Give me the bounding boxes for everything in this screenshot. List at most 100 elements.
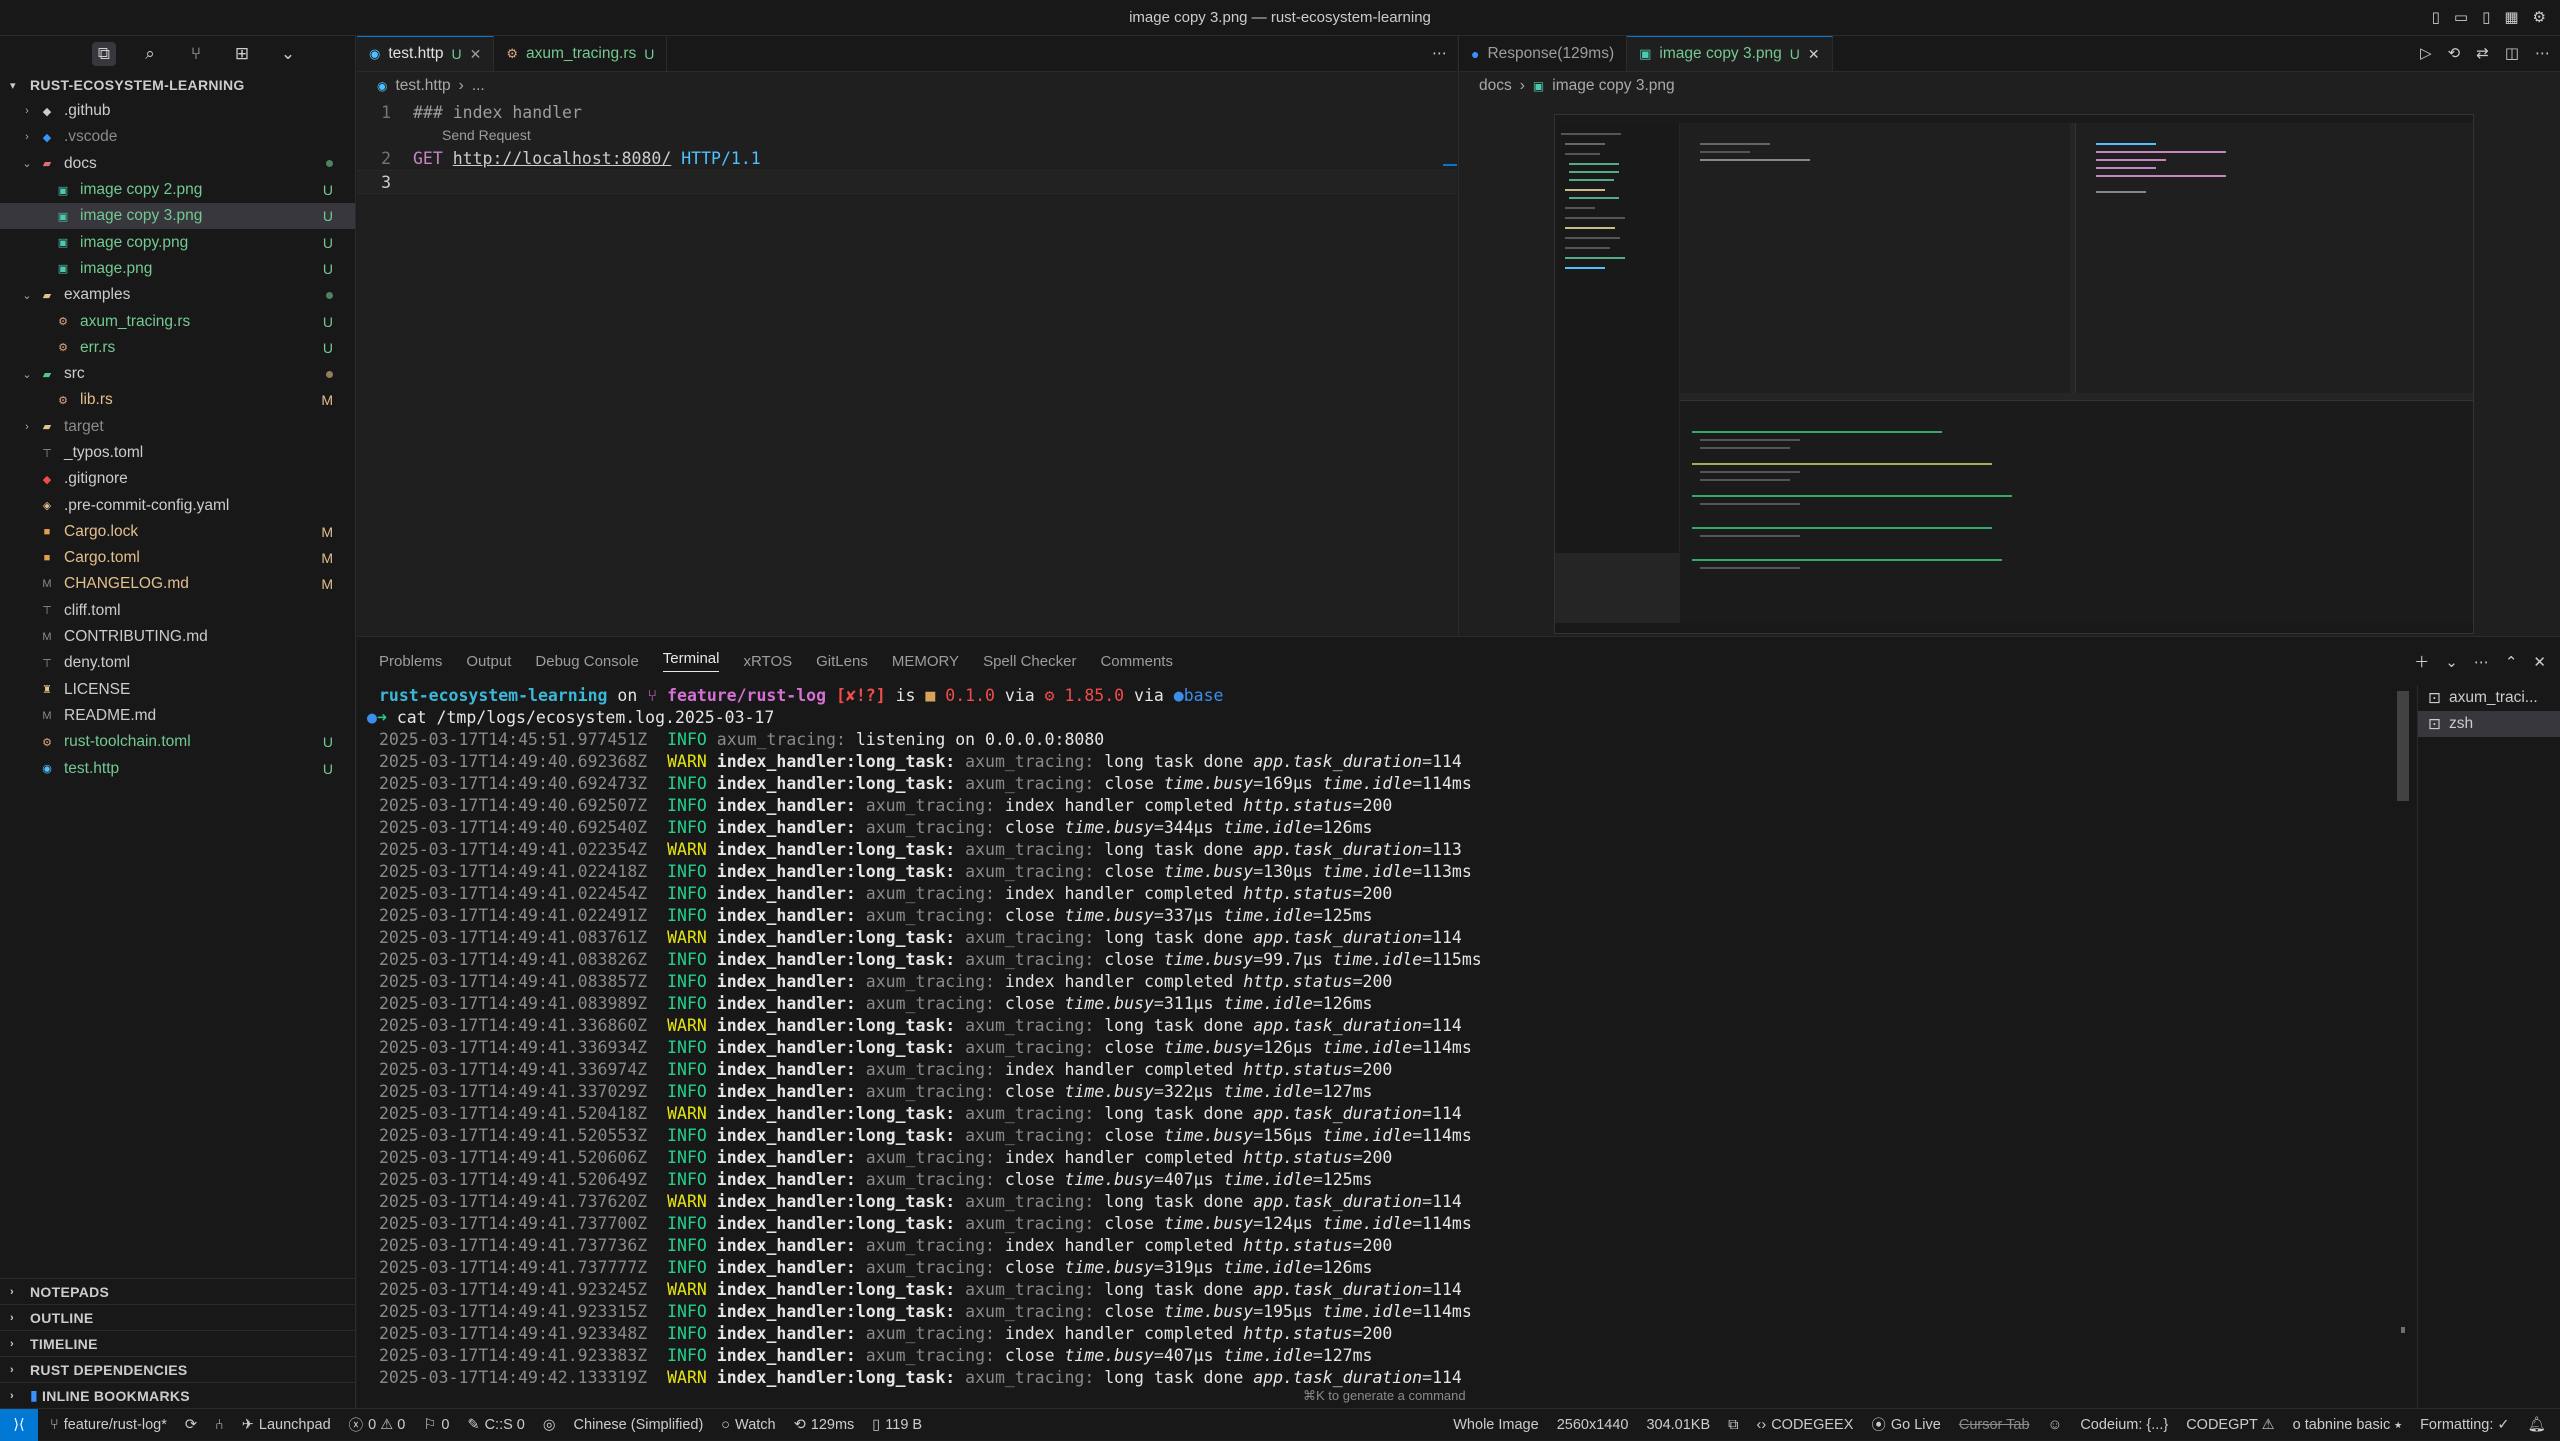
panel-tab[interactable]: Terminal: [662, 650, 720, 672]
statusbar-item[interactable]: ⧉: [1728, 1417, 1738, 1433]
statusbar-item[interactable]: ⑃: [215, 1417, 224, 1433]
image-preview[interactable]: [1554, 114, 2474, 634]
file-item[interactable]: M README.md: [0, 703, 355, 729]
compare-icon[interactable]: ⇄: [2476, 44, 2489, 62]
toggle-secondary-sidebar-icon[interactable]: ▯: [2482, 8, 2490, 26]
statusbar-item[interactable]: ⑂ feature/rust-log*: [50, 1417, 167, 1433]
panel-tab[interactable]: Debug Console: [535, 653, 638, 670]
panel-tab[interactable]: Problems: [379, 653, 442, 670]
file-item[interactable]: ⚙ axum_tracing.rs U: [0, 308, 355, 334]
file-item[interactable]: ◈ .pre-commit-config.yaml: [0, 492, 355, 518]
terminal-instance[interactable]: ⊡ zsh: [2418, 711, 2560, 737]
folder-item[interactable]: ⌄ ▰ docs: [0, 151, 355, 177]
explorer-root-header[interactable]: ▾ RUST-ECOSYSTEM-LEARNING: [0, 72, 355, 98]
search-icon[interactable]: ⌕: [138, 42, 162, 66]
panel-tab[interactable]: GitLens: [816, 653, 868, 670]
maximize-panel-icon[interactable]: ⌃: [2505, 651, 2518, 672]
statusbar-item[interactable]: 304.01KB: [1646, 1417, 1710, 1433]
customize-layout-icon[interactable]: ▦: [2504, 8, 2518, 26]
folder-item[interactable]: › ◆ .github: [0, 98, 355, 124]
statusbar-item[interactable]: ⓧ 0 ⚠ 0: [349, 1414, 406, 1435]
panel-tab[interactable]: Spell Checker: [983, 653, 1076, 670]
folder-item[interactable]: ⌄ ▰ examples: [0, 282, 355, 308]
statusbar-item[interactable]: o tabnine basic ⭑: [2293, 1417, 2402, 1433]
statusbar-item[interactable]: ⟳: [185, 1417, 197, 1433]
sidebar-section-header[interactable]: › ▮ INLINE BOOKMARKS: [0, 1382, 355, 1408]
statusbar-item[interactable]: Formatting: ✓: [2420, 1417, 2510, 1433]
breadcrumb-folder[interactable]: docs: [1479, 77, 1512, 95]
statusbar-item[interactable]: ◎: [543, 1417, 556, 1433]
statusbar-item[interactable]: ✈ Launchpad: [242, 1417, 331, 1433]
split-editor-icon[interactable]: ◫: [2505, 44, 2519, 62]
extensions-icon[interactable]: ⊞: [230, 42, 254, 66]
statusbar-item[interactable]: ✎ C::S 0: [467, 1417, 524, 1433]
sidebar-section-header[interactable]: › TIMELINE: [0, 1330, 355, 1356]
remote-indicator[interactable]: ⟩⟨: [0, 1408, 38, 1441]
statusbar-item[interactable]: ⦿ Go Live: [1871, 1414, 1940, 1435]
tab-image-copy-3[interactable]: ▣ image copy 3.png U ✕: [1627, 36, 1833, 71]
code-editor[interactable]: 1 ### index handler Send Request 2 GET h…: [357, 100, 1457, 194]
folder-item[interactable]: › ▰ target: [0, 414, 355, 440]
file-item[interactable]: ▣ image copy 2.png U: [0, 177, 355, 203]
sidebar-section-header[interactable]: › NOTEPADS: [0, 1278, 355, 1304]
panel-tab[interactable]: xRTOS: [743, 653, 792, 670]
file-item[interactable]: M CONTRIBUTING.md: [0, 624, 355, 650]
http-url[interactable]: http://localhost:8080/: [453, 149, 672, 168]
terminal-scrollbar[interactable]: [2397, 691, 2409, 801]
source-control-icon[interactable]: ⑂: [184, 42, 208, 66]
more-actions-icon[interactable]: ⋯: [2474, 651, 2489, 672]
panel-tab[interactable]: MEMORY: [892, 653, 959, 670]
chevron-down-icon[interactable]: ⌄: [2445, 651, 2458, 672]
file-item[interactable]: ⊤ _typos.toml: [0, 440, 355, 466]
statusbar-item[interactable]: ☺: [2048, 1417, 2063, 1433]
panel-tab[interactable]: Output: [466, 653, 511, 670]
sidebar-section-header[interactable]: › RUST DEPENDENCIES: [0, 1356, 355, 1382]
statusbar-item[interactable]: CODEGPT ⚠: [2186, 1417, 2274, 1433]
statusbar-item[interactable]: ‹› CODEGEEX: [1757, 1417, 1854, 1433]
new-terminal-icon[interactable]: ＋: [2414, 651, 2429, 672]
breadcrumb-file[interactable]: image copy 3.png: [1552, 77, 1674, 95]
explorer-icon[interactable]: ⧉: [92, 42, 116, 66]
file-item[interactable]: ⊤ cliff.toml: [0, 598, 355, 624]
file-item[interactable]: ⚙ err.rs U: [0, 335, 355, 361]
statusbar-item[interactable]: Chinese (Simplified): [574, 1417, 704, 1433]
more-actions-icon[interactable]: ⋯: [1432, 44, 1447, 62]
statusbar-item[interactable]: ⟲ 129ms: [794, 1417, 855, 1433]
file-item[interactable]: ▣ image copy 3.png U: [0, 203, 355, 230]
sidebar-section-header[interactable]: › OUTLINE: [0, 1304, 355, 1330]
file-item[interactable]: ◆ .gitignore: [0, 466, 355, 492]
file-item[interactable]: ⚙ rust-toolchain.toml U: [0, 729, 355, 755]
chevron-down-icon[interactable]: ⌄: [276, 42, 300, 66]
tab-response[interactable]: ● Response(129ms): [1459, 36, 1628, 71]
file-item[interactable]: ⚙ lib.rs M: [0, 387, 355, 413]
panel-tab[interactable]: Comments: [1100, 653, 1173, 670]
file-item[interactable]: ■ Cargo.toml M: [0, 545, 355, 571]
breadcrumb-more[interactable]: ...: [472, 77, 485, 95]
file-item[interactable]: ⊤ deny.toml: [0, 650, 355, 676]
file-item[interactable]: ◉ test.http U: [0, 755, 355, 781]
folder-item[interactable]: › ◆ .vscode: [0, 124, 355, 150]
toggle-panel-icon[interactable]: ▭: [2454, 8, 2468, 26]
file-item[interactable]: ▣ image.png U: [0, 256, 355, 282]
terminal-instance[interactable]: ⊡ axum_traci...: [2418, 685, 2560, 711]
run-icon[interactable]: ▷: [2420, 44, 2432, 62]
statusbar-item[interactable]: Codeium: {...}: [2080, 1417, 2168, 1433]
statusbar-item[interactable]: ▯ 119 B: [872, 1417, 922, 1433]
folder-item[interactable]: ⌄ ▰ src: [0, 361, 355, 387]
close-icon[interactable]: ✕: [470, 46, 482, 63]
file-item[interactable]: ▣ image copy.png U: [0, 229, 355, 255]
history-icon[interactable]: ⟲: [2448, 44, 2461, 62]
file-item[interactable]: ♜ LICENSE: [0, 677, 355, 703]
toggle-sidebar-icon[interactable]: ▯: [2432, 8, 2440, 26]
settings-gear-icon[interactable]: ⚙: [2533, 8, 2546, 26]
tab-axum-tracing[interactable]: ⚙ axum_tracing.rs U: [494, 36, 668, 71]
more-actions-icon[interactable]: ⋯: [2535, 44, 2550, 62]
file-item[interactable]: M CHANGELOG.md M: [0, 571, 355, 597]
tab-test-http[interactable]: ◉ test.http U ✕: [357, 36, 495, 71]
statusbar-item[interactable]: Cursor Tab: [1959, 1417, 2030, 1433]
send-request-codelens[interactable]: Send Request: [357, 124, 1457, 146]
statusbar-item[interactable]: 🔔︎: [2528, 1416, 2546, 1433]
statusbar-item[interactable]: ⚐ 0: [423, 1417, 449, 1433]
statusbar-item[interactable]: Whole Image: [1453, 1417, 1538, 1433]
close-icon[interactable]: ✕: [1808, 46, 1820, 63]
